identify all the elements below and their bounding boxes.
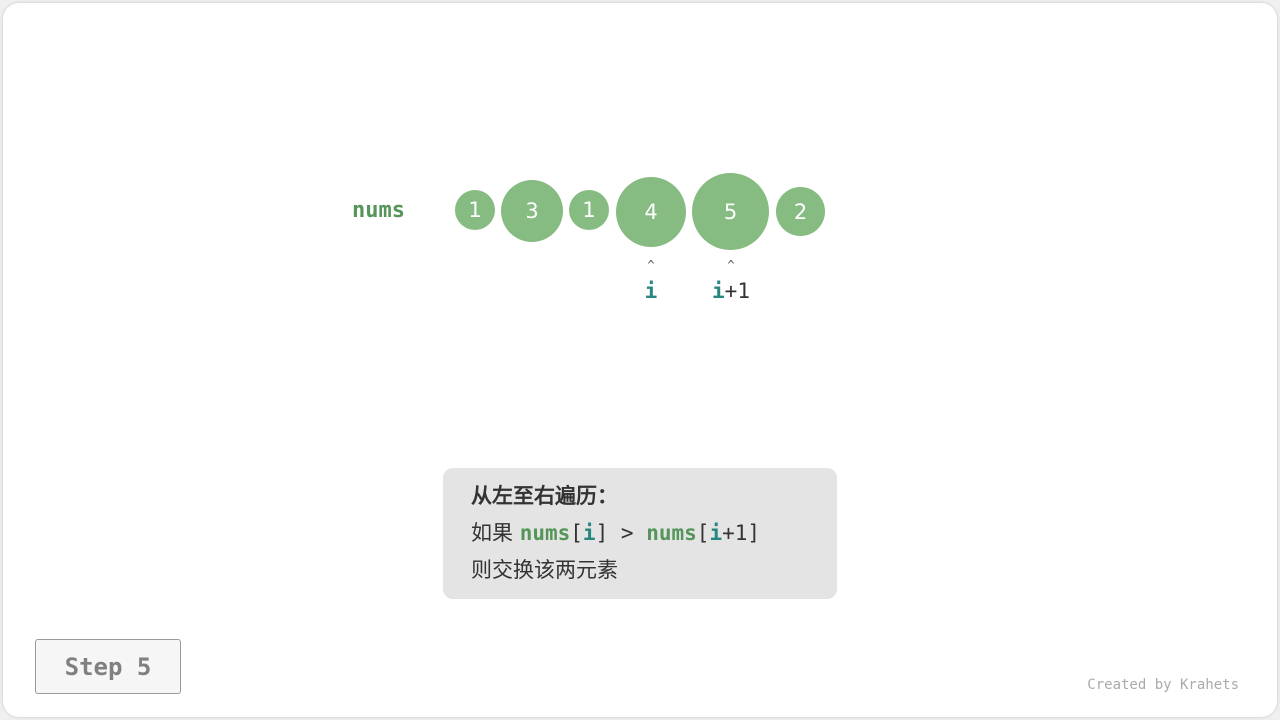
explanation-condition: 如果 nums[i] > nums[i+1] bbox=[471, 518, 837, 555]
pointer-i-plus-1-var: i bbox=[712, 279, 725, 303]
condition-i-2: i bbox=[709, 521, 723, 545]
pointer-i-plus-1-suffix: +1 bbox=[724, 279, 750, 303]
explanation-box: 从左至右遍历： 如果 nums[i] > nums[i+1] 则交换该两元素 bbox=[443, 468, 837, 599]
condition-gt: > bbox=[620, 521, 634, 545]
condition-lbracket-1: [ bbox=[570, 521, 583, 545]
condition-plus-1: +1 bbox=[722, 521, 748, 545]
pointer-i-label: i bbox=[644, 279, 658, 303]
array-element-4: 5 bbox=[692, 173, 769, 250]
step-indicator[interactable]: Step 5 bbox=[35, 639, 181, 694]
array-element-2: 1 bbox=[569, 190, 609, 230]
condition-rbracket-2: ] bbox=[747, 521, 761, 545]
pointer-i: ^ i bbox=[621, 259, 681, 303]
array-element-5: 2 bbox=[776, 187, 825, 236]
array-element-0: 1 bbox=[455, 190, 495, 230]
condition-rbracket-1: ] bbox=[595, 521, 609, 545]
explanation-action: 则交换该两元素 bbox=[471, 558, 618, 582]
pointer-arrow-icon: ^ bbox=[647, 258, 655, 272]
pointer-i-plus-1: ^ i+1 bbox=[701, 259, 761, 303]
condition-lbracket-2: [ bbox=[696, 521, 710, 545]
slide-frame: nums 1 3 1 4 5 2 ^ i ^ i+1 从左至右遍历： 如果 nu… bbox=[3, 3, 1277, 717]
array-element-1: 3 bbox=[501, 180, 563, 242]
condition-nums-2: nums bbox=[646, 521, 697, 545]
explanation-title: 从左至右遍历： bbox=[471, 484, 618, 508]
condition-nums-1: nums bbox=[519, 521, 571, 545]
array-element-3: 4 bbox=[616, 177, 686, 247]
condition-prefix: 如果 bbox=[471, 521, 513, 545]
condition-i-1: i bbox=[582, 521, 596, 545]
credit-text: Created by Krahets bbox=[1087, 677, 1239, 693]
array-label: nums bbox=[352, 198, 405, 223]
pointer-arrow-icon: ^ bbox=[727, 258, 735, 272]
